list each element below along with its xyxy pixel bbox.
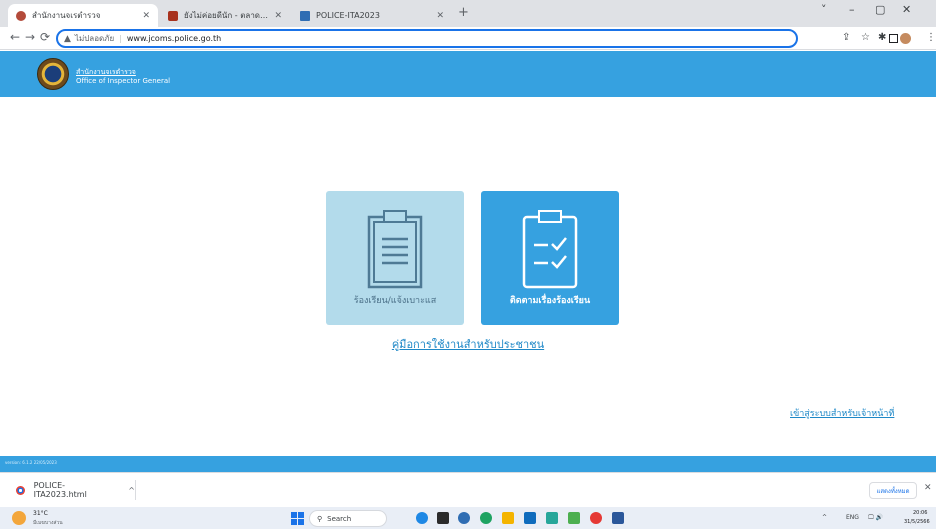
checklist-icon (522, 210, 578, 289)
back-icon[interactable]: ← (10, 30, 20, 44)
chrome-file-icon (16, 485, 25, 495)
tab-title: POLICE-ITA2023 (316, 11, 380, 20)
share-icon[interactable]: ⇪ (842, 32, 850, 43)
track-complaint-card[interactable]: ติดตามเรื่องร้องเรียน (481, 191, 619, 325)
clipboard-icon (367, 210, 423, 289)
close-tab-icon[interactable]: ✕ (142, 11, 150, 21)
maximize-icon[interactable]: ▢ (875, 3, 885, 16)
security-status[interactable]: ไม่ปลอดภัย (75, 32, 114, 45)
taskbar-search[interactable]: ⚲ Search (309, 510, 387, 527)
app-icon[interactable] (568, 512, 580, 524)
warning-triangle-icon[interactable]: ▲ (64, 34, 71, 44)
address-bar[interactable]: ▲ ไม่ปลอดภัย | www.jcoms.police.go.th (56, 29, 798, 48)
police-seal-logo[interactable] (37, 58, 69, 90)
close-tab-icon[interactable]: ✕ (436, 11, 444, 21)
clock-time[interactable]: 20:06 (913, 510, 927, 516)
site-footer: version: 6.1.2 22/05/2023 (0, 456, 936, 472)
file-explorer-icon[interactable] (502, 512, 514, 524)
officer-login-link[interactable]: เข้าสู่ระบบสำหรับเจ้าหน้าที่ (790, 406, 894, 420)
language-indicator[interactable]: ENG (846, 514, 859, 521)
word-icon[interactable] (612, 512, 624, 524)
version-text: version: 6.1.2 22/05/2023 (5, 460, 57, 465)
show-all-button[interactable]: แสดงทั้งหมด (869, 482, 917, 499)
windows-start-icon[interactable] (291, 512, 304, 525)
edge-icon[interactable] (480, 512, 492, 524)
site-favicon-icon (300, 10, 310, 21)
site-favicon-icon (168, 10, 178, 21)
tab-title: ยังไม่ค่อยดีนัก - ตลาดนัดท่าทรายคุณป้า..… (184, 11, 268, 20)
search-placeholder: Search (327, 514, 352, 523)
complaint-card-label: ร้องเรียน/แจ้งเบาะแส (353, 296, 437, 306)
track-card-label: ติดตามเรื่องร้องเรียน (509, 296, 591, 306)
search-icon: ⚲ (317, 514, 323, 523)
mail-icon[interactable] (524, 512, 536, 524)
tray-chevron-icon[interactable]: ^ (822, 514, 827, 521)
site-header: สำนักงานจเรตำรวจ Office of Inspector Gen… (0, 51, 936, 97)
tab-police-ita[interactable]: POLICE-ITA2023 ✕ (292, 4, 452, 27)
profile-icon[interactable] (900, 33, 911, 44)
weather-icon[interactable] (12, 511, 26, 525)
url-text[interactable]: www.jcoms.police.go.th (127, 34, 221, 43)
org-name-english: Office of Inspector General (76, 77, 171, 85)
sidebar-icon[interactable] (889, 34, 898, 43)
task-view-icon[interactable] (437, 512, 449, 524)
close-tab-icon[interactable]: ✕ (274, 11, 282, 21)
close-window-icon[interactable]: ✕ (902, 3, 911, 16)
download-item[interactable]: POLICE-ITA2023.html ^ (8, 480, 136, 500)
complaint-card[interactable]: ร้องเรียน/แจ้งเบาะแส (326, 191, 464, 325)
weather-description[interactable]: มีเมฆบางส่วน (33, 519, 63, 527)
store-icon[interactable] (546, 512, 558, 524)
browser-tab-strip: สำนักงานจเรตำรวจ ✕ ยังไม่ค่อยดีนัก - ตลา… (0, 0, 936, 27)
star-icon[interactable]: ☆ (861, 32, 870, 43)
user-manual-link[interactable]: คู่มือการใช้งานสำหรับประชาชน (0, 335, 936, 353)
tab-title: สำนักงานจเรตำรวจ (32, 11, 101, 20)
close-downloads-icon[interactable]: ✕ (924, 483, 932, 493)
downloads-bar: POLICE-ITA2023.html ^ แสดงทั้งหมด ✕ (0, 472, 936, 507)
reload-icon[interactable]: ⟳ (40, 30, 50, 44)
taskbar: 31°C มีเมฆบางส่วน ⚲ Search ^ ENG 🖵 🔊 20:… (0, 507, 936, 529)
chevron-up-icon[interactable]: ^ (128, 486, 135, 495)
forward-icon[interactable]: → (25, 30, 35, 44)
divider: | (119, 34, 122, 43)
bing-icon[interactable] (416, 512, 428, 524)
tab-jcoms[interactable]: สำนักงานจเรตำรวจ ✕ (8, 4, 158, 27)
clock-date[interactable]: 31/5/2566 (904, 519, 930, 525)
download-file-name: POLICE-ITA2023.html (33, 481, 87, 499)
chrome-icon[interactable] (590, 512, 602, 524)
plus-icon[interactable]: + (458, 5, 469, 20)
menu-icon[interactable]: ⋮ (926, 32, 936, 43)
browser-toolbar: ← → ⟳ ▲ ไม่ปลอดภัย | www.jcoms.police.go… (0, 27, 936, 50)
tab-market[interactable]: ยังไม่ค่อยดีนัก - ตลาดนัดท่าทรายคุณป้า..… (160, 4, 290, 27)
chat-icon[interactable] (458, 512, 470, 524)
network-volume-icon[interactable]: 🖵 🔊 (868, 514, 883, 522)
site-favicon-icon (16, 10, 26, 21)
chevron-down-icon[interactable]: ˅ (821, 3, 827, 16)
extensions-icon[interactable]: ✱ (878, 32, 886, 43)
weather-temperature[interactable]: 31°C (33, 510, 48, 517)
minimize-icon[interactable]: – (849, 3, 855, 16)
